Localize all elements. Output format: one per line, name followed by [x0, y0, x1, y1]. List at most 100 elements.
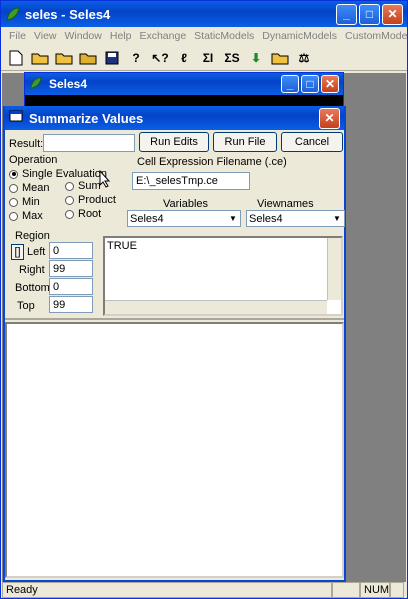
radio-single-label: Single Evaluation	[22, 168, 108, 180]
child-close-button[interactable]: ✕	[321, 75, 339, 93]
right-label: Right	[19, 264, 45, 276]
variables-select[interactable]: Seles4 ▼	[127, 210, 241, 227]
operation-label: Operation	[9, 154, 58, 166]
down-arrow-icon[interactable]: ⬇	[245, 47, 267, 69]
open-folder-icon[interactable]	[29, 47, 51, 69]
radio-sum-label: Sum	[78, 180, 101, 192]
menu-dynamicmodels[interactable]: DynamicModels	[258, 30, 341, 42]
viewnames-select[interactable]: Seles4 ▼	[246, 210, 345, 227]
radio-product[interactable]: Product	[65, 194, 116, 206]
viewnames-value: Seles4	[249, 212, 283, 225]
status-text: Ready	[2, 582, 332, 598]
close-button[interactable]: ✕	[382, 3, 403, 25]
lambda-icon[interactable]: ℓ	[173, 47, 195, 69]
menu-help[interactable]: Help	[106, 30, 136, 42]
context-help-icon[interactable]: ↖?	[149, 47, 171, 69]
menu-file[interactable]: File	[5, 30, 30, 42]
top-field[interactable]: 99	[49, 296, 93, 313]
ce-filename-field[interactable]: E:\_selesTmp.ce	[132, 172, 250, 190]
dialog-window-icon	[9, 110, 25, 126]
result-label: Result:	[9, 138, 44, 150]
save-disk-icon[interactable]	[101, 47, 123, 69]
radio-sum[interactable]: Sum	[65, 180, 101, 192]
menu-window[interactable]: Window	[61, 30, 106, 42]
child-maximize-button[interactable]: □	[301, 75, 319, 93]
radio-single-dot	[9, 169, 18, 179]
radio-root-label: Root	[78, 208, 102, 220]
main-title: seles - Seles4	[25, 6, 111, 22]
ce-filename-label: Cell Expression Filename (.ce)	[137, 156, 287, 168]
radio-sum-dot	[65, 181, 74, 191]
menubar: File View Window Help Exchange StaticMod…	[1, 27, 408, 45]
summarize-values-dialog: Summarize Values ✕ Result: Run Edits Run…	[3, 106, 346, 582]
result-field[interactable]	[43, 134, 135, 152]
menu-staticmodels[interactable]: StaticModels	[190, 30, 258, 42]
region-label: Region	[15, 230, 50, 242]
main-titlebar: seles - Seles4 _ □ ✕	[1, 1, 407, 27]
sum-icon[interactable]: ΣI	[197, 47, 219, 69]
cancel-button[interactable]: Cancel	[281, 132, 343, 152]
menu-exchange[interactable]: Exchange	[135, 30, 190, 42]
seles4-leaf-icon	[29, 76, 45, 92]
variables-label: Variables	[163, 198, 209, 210]
bottom-field[interactable]: 0	[49, 278, 93, 295]
output-area[interactable]	[5, 322, 344, 578]
left-label: Left	[27, 246, 46, 258]
expression-hscroll[interactable]	[105, 300, 327, 314]
mouse-cursor-icon	[99, 170, 111, 188]
radio-mean[interactable]: Mean	[9, 182, 50, 194]
expression-text: TRUE	[107, 240, 137, 252]
viewnames-dropdown-icon[interactable]: ▼	[330, 211, 344, 226]
menu-view[interactable]: View	[30, 30, 61, 42]
radio-mean-dot	[9, 183, 18, 193]
expression-editor[interactable]: TRUE	[103, 236, 343, 316]
radio-root-dot	[65, 209, 74, 219]
radio-max[interactable]: Max	[9, 210, 43, 222]
radio-single-evaluation[interactable]: Single Evaluation	[9, 168, 107, 180]
radio-max-dot	[9, 211, 18, 221]
dialog-titlebar: Summarize Values ✕	[5, 106, 344, 130]
dialog-title: Summarize Values	[29, 110, 144, 126]
summarize-icon[interactable]: ΣS	[221, 47, 243, 69]
radio-root[interactable]: Root	[65, 208, 101, 220]
status-cell-caps	[332, 582, 360, 598]
open-folder-4-icon[interactable]	[269, 47, 291, 69]
run-file-button[interactable]: Run File	[213, 132, 277, 152]
maximize-button[interactable]: □	[359, 3, 380, 25]
help-icon[interactable]: ?	[125, 47, 147, 69]
radio-product-dot	[65, 195, 74, 205]
scale-icon[interactable]: ⚖	[293, 47, 315, 69]
status-num: NUM	[360, 582, 390, 598]
right-field[interactable]: 99	[49, 260, 93, 277]
radio-product-label: Product	[78, 194, 116, 206]
seles4-title: Seles4	[49, 77, 88, 91]
expression-vscroll[interactable]	[327, 238, 341, 300]
open-folder-3-icon[interactable]	[77, 47, 99, 69]
divider	[5, 318, 344, 320]
output-text	[7, 324, 342, 328]
radio-min-label: Min	[22, 196, 40, 208]
open-folder-2-icon[interactable]	[53, 47, 75, 69]
statusbar: Ready NUM	[2, 581, 406, 599]
child-minimize-button[interactable]: _	[281, 75, 299, 93]
radio-min-dot	[9, 197, 18, 207]
region-select-button[interactable]: []	[11, 244, 24, 260]
variables-dropdown-icon[interactable]: ▼	[226, 211, 240, 226]
radio-min[interactable]: Min	[9, 196, 40, 208]
toolbar: ? ↖? ℓ ΣI ΣS ⬇ ⚖	[1, 45, 407, 71]
variables-value: Seles4	[130, 212, 164, 225]
viewnames-label: Viewnames	[257, 198, 314, 210]
radio-mean-label: Mean	[22, 182, 50, 194]
left-field[interactable]: 0	[49, 242, 93, 259]
minimize-button[interactable]: _	[336, 3, 357, 25]
seles4-titlebar: Seles4 _ □ ✕	[25, 73, 343, 95]
app-leaf-icon	[5, 6, 21, 22]
run-edits-button[interactable]: Run Edits	[139, 132, 209, 152]
menu-custommodels[interactable]: CustomModels	[341, 30, 408, 42]
seles4-child-window: Seles4 _ □ ✕	[24, 72, 344, 108]
dialog-close-button[interactable]: ✕	[319, 107, 340, 129]
status-cell-scroll	[390, 582, 404, 598]
bottom-label: Bottom	[15, 282, 50, 294]
radio-max-label: Max	[22, 210, 43, 222]
new-file-icon[interactable]	[5, 47, 27, 69]
